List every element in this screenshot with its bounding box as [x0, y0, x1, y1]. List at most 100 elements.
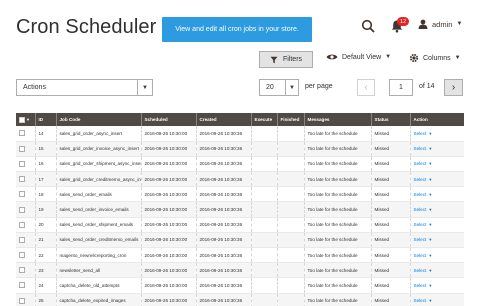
row-select-cell: [16, 232, 35, 249]
row-checkbox[interactable]: [19, 236, 25, 243]
action-select[interactable]: Select ▼: [409, 201, 464, 218]
message: Too late for the schedule: [303, 126, 371, 142]
executed-time: [250, 277, 277, 294]
action-select[interactable]: Select ▼: [409, 262, 464, 279]
table-row[interactable]: 18 sales_send_order_emails 2016-09-26 10:3…: [16, 186, 464, 203]
status: Missed: [370, 293, 410, 306]
table-row[interactable]: 14 sales_grid_order_async_insert 2016-09-2…: [16, 126, 464, 142]
row-checkbox[interactable]: [19, 130, 25, 137]
select-action-link[interactable]: Select ▼: [414, 177, 433, 182]
per-page-select[interactable]: 20 ▼: [259, 79, 299, 96]
message: Too late for the schedule: [303, 186, 371, 203]
user-name: admin: [432, 19, 453, 29]
select-action-link[interactable]: Select ▼: [414, 146, 433, 151]
column-header[interactable]: Status: [370, 113, 410, 126]
action-select[interactable]: Select ▼: [409, 126, 464, 142]
status: Missed: [370, 171, 410, 188]
action-select[interactable]: Select ▼: [409, 232, 464, 249]
select-action-link[interactable]: Select ▼: [414, 131, 433, 136]
notifications-badge: 12: [397, 17, 409, 26]
executed-time: [250, 171, 277, 188]
executed-time: [250, 293, 277, 306]
action-select[interactable]: Select ▼: [409, 293, 464, 306]
created-time: 2016-09-26 10:30:36: [195, 156, 251, 173]
select-action-link[interactable]: Select ▼: [414, 283, 433, 288]
column-header[interactable]: Scheduled: [140, 113, 196, 126]
action-select[interactable]: Select ▼: [409, 156, 464, 173]
column-header[interactable]: Created: [195, 113, 251, 126]
column-header[interactable]: Job Code: [55, 113, 141, 126]
select-action-link[interactable]: Select ▼: [414, 207, 433, 212]
table-row[interactable]: 22 magento_newrelicreporting_cron 2016-09-…: [16, 247, 464, 264]
chevron-down-icon: ▼: [427, 146, 433, 152]
select-action-link[interactable]: Select ▼: [414, 237, 433, 242]
action-select[interactable]: Select ▼: [409, 247, 464, 264]
select-action-link[interactable]: Select ▼: [414, 298, 433, 303]
column-header[interactable]: Execute: [250, 113, 277, 126]
next-page-button[interactable]: ›: [444, 79, 463, 96]
column-header[interactable]: ID: [34, 113, 56, 126]
user-menu[interactable]: admin ▼: [418, 19, 462, 29]
filters-button[interactable]: Filters: [259, 51, 313, 68]
action-select[interactable]: Select ▼: [409, 217, 464, 233]
executed-time: [250, 186, 277, 203]
select-action-link[interactable]: Select ▼: [414, 192, 433, 197]
filter-icon: [270, 56, 278, 63]
view-selector[interactable]: Default View ▼: [326, 53, 391, 61]
table-row[interactable]: 24 captcha_delete_old_attempts 2016-09-26 …: [16, 277, 464, 294]
action-select[interactable]: Select ▼: [409, 277, 464, 294]
chevron-down-icon: ▼: [285, 80, 298, 95]
row-checkbox[interactable]: [19, 160, 25, 167]
message: Too late for the schedule: [303, 217, 371, 233]
row-checkbox[interactable]: [19, 206, 25, 213]
table-row[interactable]: 25 captcha_delete_expired_images 2016-09-2…: [16, 293, 464, 306]
row-checkbox[interactable]: [19, 267, 25, 274]
message: Too late for the schedule: [303, 277, 371, 294]
row-checkbox[interactable]: [19, 145, 25, 152]
created-time: 2016-09-26 10:30:36: [195, 141, 251, 157]
select-all-checkbox[interactable]: [19, 116, 25, 123]
row-checkbox[interactable]: [19, 176, 25, 183]
page-tooltip: View and edit all cron jobs in your stor…: [162, 17, 312, 42]
select-action-link[interactable]: Select ▼: [414, 268, 433, 273]
row-id: 15: [34, 141, 56, 157]
table-row[interactable]: 15 sales_grid_order_invoice_async_insert 2…: [16, 141, 464, 157]
chevron-down-icon: ▼: [456, 21, 463, 27]
status: Missed: [370, 156, 410, 173]
row-id: 20: [34, 217, 56, 233]
row-checkbox[interactable]: [19, 252, 25, 259]
action-select[interactable]: Select ▼: [409, 186, 464, 203]
job-code: sales_send_order_creditmemo_emails: [55, 232, 141, 249]
column-header[interactable]: Action: [409, 113, 464, 126]
job-code: sales_grid_order_shipment_async_insert: [55, 156, 141, 173]
select-action-link[interactable]: Select ▼: [414, 222, 433, 227]
table-row[interactable]: 17 sales_grid_order_creditmemo_async_inse…: [16, 171, 464, 188]
action-select[interactable]: Select ▼: [409, 141, 464, 157]
prev-page-button[interactable]: ‹: [357, 79, 375, 96]
row-id: 24: [34, 277, 56, 294]
columns-selector[interactable]: Columns ▼: [409, 53, 461, 63]
select-action-label: Select: [413, 222, 427, 228]
row-checkbox[interactable]: [19, 191, 25, 198]
search-icon[interactable]: [361, 19, 375, 33]
created-time: 2016-09-26 10:30:36: [195, 277, 251, 294]
table-row[interactable]: 20 sales_send_order_shipment_emails 2016-0…: [16, 217, 464, 233]
table-row[interactable]: 16 sales_grid_order_shipment_async_insert…: [16, 156, 464, 173]
table-row[interactable]: 19 sales_send_order_invoice_emails 2016-09…: [16, 201, 464, 218]
row-checkbox[interactable]: [19, 282, 25, 289]
select-action-link[interactable]: Select ▼: [414, 161, 433, 166]
scheduled-time: 2016-09-26 10:30:00: [140, 171, 196, 188]
action-select[interactable]: Select ▼: [409, 171, 464, 188]
table-row[interactable]: 23 newsletter_send_all 2016-09-26 10:30:00…: [16, 262, 464, 279]
column-header[interactable]: Messages: [303, 113, 371, 126]
actions-select[interactable]: Actions ▼: [16, 79, 153, 96]
page-number-input[interactable]: 1: [389, 79, 413, 96]
select-action-link[interactable]: Select ▼: [414, 253, 433, 258]
row-checkbox[interactable]: [19, 297, 25, 304]
table-row[interactable]: 21 sales_send_order_creditmemo_emails 2016…: [16, 232, 464, 249]
row-checkbox[interactable]: [19, 221, 25, 228]
mass-select-header[interactable]: ▼: [16, 113, 35, 126]
row-select-cell: [16, 262, 35, 279]
finished-time: [276, 201, 304, 218]
column-header[interactable]: Finished: [276, 113, 304, 126]
